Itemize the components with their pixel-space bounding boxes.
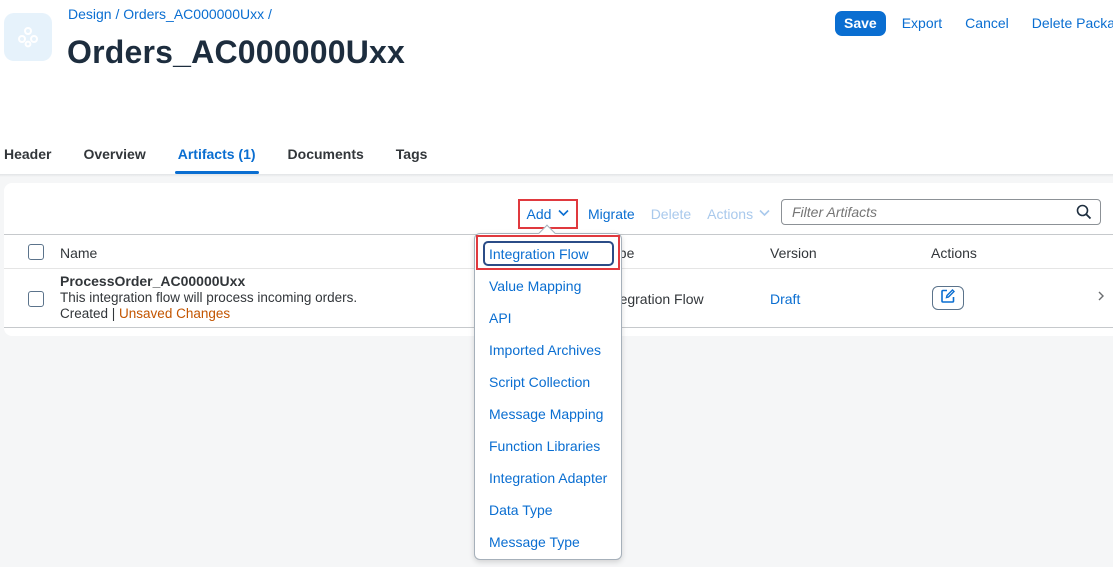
actions-button-label: Actions	[707, 206, 754, 222]
chevron-down-icon	[759, 208, 770, 220]
export-button[interactable]: Export	[902, 15, 942, 31]
tab-documents[interactable]: Documents	[288, 136, 364, 174]
artifact-status: Created | Unsaved Changes	[60, 306, 230, 321]
status-separator: |	[108, 306, 120, 321]
menu-item-integration-adapter[interactable]: Integration Adapter	[489, 470, 607, 486]
select-all-checkbox[interactable]	[28, 244, 44, 260]
filter-input[interactable]	[782, 204, 1062, 220]
delete-button[interactable]: Delete	[651, 206, 691, 222]
breadcrumb-separator: /	[111, 6, 124, 22]
search-icon[interactable]	[1076, 204, 1092, 225]
actions-button[interactable]: Actions	[707, 206, 770, 222]
artifact-name[interactable]: ProcessOrder_AC00000Uxx	[60, 273, 245, 289]
save-button[interactable]: Save	[835, 10, 886, 36]
column-name-header[interactable]: Name	[60, 245, 97, 261]
filter-field[interactable]	[781, 199, 1101, 225]
breadcrumb-separator: /	[264, 6, 272, 22]
status-text: Created	[60, 306, 109, 321]
menu-item-imported-archives[interactable]: Imported Archives	[489, 342, 601, 358]
menu-item-script-collection[interactable]: Script Collection	[489, 374, 590, 390]
focus-ring	[483, 241, 614, 266]
artifact-description: This integration flow will process incom…	[60, 290, 358, 305]
column-version-header[interactable]: Version	[770, 245, 817, 261]
breadcrumb: Design / Orders_AC000000Uxx /	[68, 6, 272, 22]
package-icon	[4, 13, 52, 61]
column-actions-header: Actions	[931, 245, 977, 261]
edit-icon	[940, 288, 956, 309]
menu-item-function-libraries[interactable]: Function Libraries	[489, 438, 600, 454]
breadcrumb-package[interactable]: Orders_AC000000Uxx	[123, 6, 264, 22]
row-checkbox[interactable]	[28, 291, 44, 307]
menu-item-data-type[interactable]: Data Type	[489, 502, 553, 518]
tab-overview[interactable]: Overview	[83, 136, 145, 174]
chevron-right-icon[interactable]	[1097, 289, 1105, 305]
migrate-button[interactable]: Migrate	[588, 206, 635, 222]
tab-header[interactable]: Header	[4, 136, 51, 174]
edit-button[interactable]	[932, 286, 964, 310]
chevron-down-icon	[558, 208, 570, 220]
breadcrumb-design[interactable]: Design	[68, 6, 112, 22]
add-menu: Integration Flow Value Mapping API Impor…	[474, 233, 622, 560]
page-title: Orders_AC000000Uxx	[67, 34, 406, 70]
menu-item-message-mapping[interactable]: Message Mapping	[489, 406, 603, 422]
menu-item-message-type[interactable]: Message Type	[489, 534, 580, 550]
tab-artifacts[interactable]: Artifacts (1)	[174, 136, 259, 174]
cancel-button[interactable]: Cancel	[965, 15, 1009, 31]
tab-divider	[0, 174, 1113, 177]
tab-bar: Header Overview Artifacts (1) Documents …	[0, 136, 459, 176]
header-actions: Save Export Cancel Delete Package	[835, 10, 1113, 36]
add-button-label: Add	[526, 206, 552, 222]
artifacts-toolbar: Add Migrate Delete Actions	[518, 199, 770, 229]
add-button[interactable]: Add	[518, 199, 578, 229]
delete-package-button[interactable]: Delete Package	[1032, 15, 1113, 31]
menu-item-value-mapping[interactable]: Value Mapping	[489, 278, 581, 294]
tab-tags[interactable]: Tags	[396, 136, 428, 174]
artifact-version[interactable]: Draft	[770, 291, 800, 307]
unsaved-changes-badge: Unsaved Changes	[119, 306, 231, 321]
menu-item-api[interactable]: API	[489, 310, 512, 326]
